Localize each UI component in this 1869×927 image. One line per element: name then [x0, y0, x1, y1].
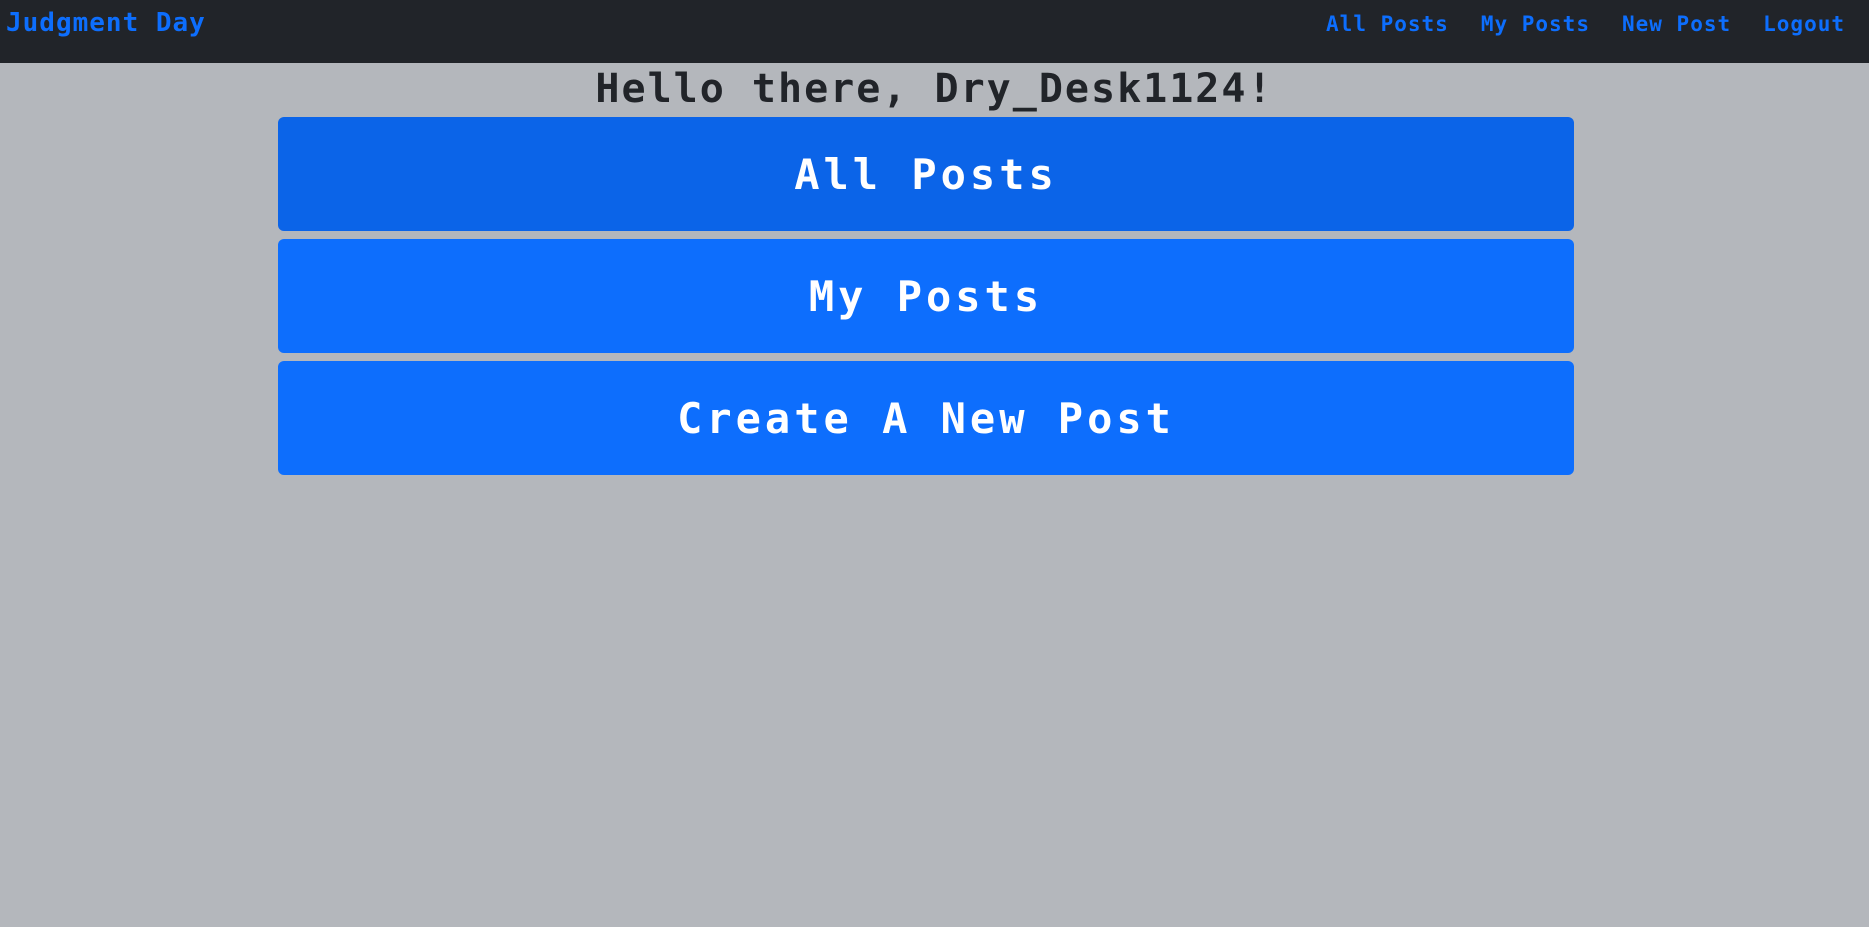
greeting-heading: Hello there, Dry_Desk1124!: [595, 66, 1274, 112]
my-posts-button[interactable]: My Posts: [278, 239, 1574, 353]
top-navbar: Judgment Day All Posts My Posts New Post…: [0, 0, 1869, 63]
nav-link-logout[interactable]: Logout: [1763, 12, 1845, 36]
nav-link-my-posts[interactable]: My Posts: [1481, 12, 1590, 36]
nav-link-all-posts[interactable]: All Posts: [1326, 12, 1449, 36]
create-new-post-button[interactable]: Create A New Post: [278, 361, 1574, 475]
nav-link-new-post[interactable]: New Post: [1622, 12, 1731, 36]
all-posts-button[interactable]: All Posts: [278, 117, 1574, 231]
brand-link[interactable]: Judgment Day: [6, 8, 206, 38]
nav-links: All Posts My Posts New Post Logout: [1326, 12, 1845, 36]
